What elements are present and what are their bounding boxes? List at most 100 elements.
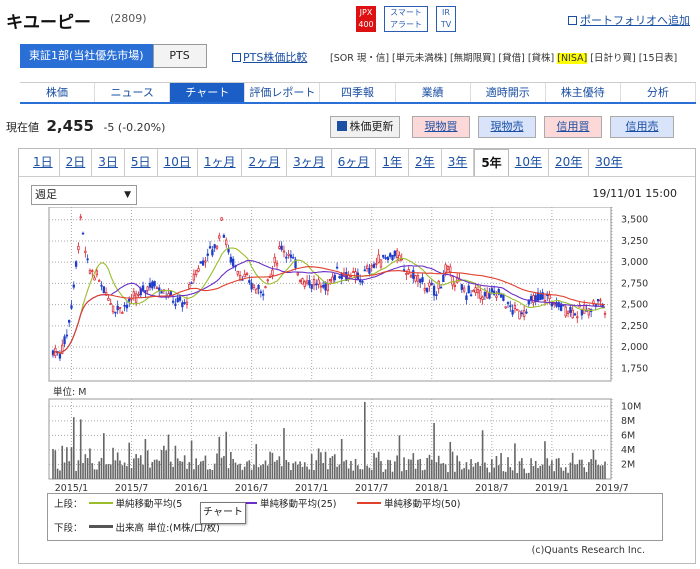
nav-tab[interactable]: 株価 — [20, 83, 96, 102]
volume-bar — [518, 461, 521, 479]
volume-bar — [283, 428, 285, 479]
period-tab[interactable]: 1日 — [27, 149, 60, 176]
sell-margin-button[interactable]: 信用売 — [610, 116, 674, 138]
candle-body — [603, 312, 607, 315]
volume-bar — [153, 459, 156, 479]
period-tab[interactable]: 5年 — [474, 149, 509, 176]
nav-tab[interactable]: 業績 — [396, 83, 471, 102]
period-tab[interactable]: 5日 — [125, 149, 158, 176]
period-tab[interactable]: 6ヶ月 — [332, 149, 377, 176]
candle-body — [298, 280, 302, 282]
candle-body — [451, 276, 454, 286]
candle-body — [393, 250, 396, 257]
volume-bar — [551, 460, 553, 479]
candle-body — [324, 282, 327, 291]
volume-bar — [66, 447, 68, 479]
volume-bar — [135, 454, 137, 479]
ir-tv-button[interactable]: IR TV — [436, 6, 456, 32]
candle-body — [171, 300, 175, 303]
candle-body — [587, 308, 590, 316]
buy-margin-button[interactable]: 信用買 — [544, 116, 602, 138]
candle-body — [444, 264, 447, 273]
interval-select[interactable]: 週足 ▼ — [31, 185, 137, 205]
candle-body — [490, 288, 493, 293]
refresh-price-button[interactable]: 株価更新 — [330, 116, 400, 138]
volume-bar — [541, 464, 544, 479]
candle-body — [146, 286, 149, 291]
sell-spot-button[interactable]: 現物売 — [478, 116, 536, 138]
volume-tick-label: 10M — [621, 401, 641, 412]
candle-body — [532, 295, 535, 303]
nav-tab[interactable]: 分析 — [621, 83, 696, 102]
pts-compare-link[interactable]: PTS株価比較 — [232, 49, 307, 65]
candle-body — [148, 282, 152, 288]
nav-tab[interactable]: チャート — [170, 83, 246, 102]
candle-body — [322, 284, 325, 288]
market-tse1-tab[interactable]: 東証1部(当社優先市場) — [20, 44, 153, 68]
period-tab[interactable]: 2年 — [409, 149, 442, 176]
period-tab[interactable]: 1ヶ月 — [198, 149, 243, 176]
candle-body — [437, 280, 440, 289]
candle-body — [301, 278, 304, 285]
period-tab[interactable]: 3日 — [92, 149, 125, 176]
period-tab[interactable]: 30年 — [589, 149, 628, 176]
volume-bar — [278, 456, 281, 479]
buy-spot-button[interactable]: 現物買 — [412, 116, 470, 138]
smart-alert-button[interactable]: スマート アラート — [384, 6, 428, 32]
volume-bar — [417, 459, 419, 479]
volume-bar — [82, 463, 84, 479]
volume-bar — [121, 465, 124, 479]
volume-bar — [324, 451, 327, 479]
chart-timestamp: 19/11/01 15:00 — [592, 187, 677, 200]
page-header: キユーピー (2809) JPX 400 スマート アラート IR TV ポート… — [0, 0, 700, 40]
period-tab[interactable]: 20年 — [549, 149, 590, 176]
candle-body — [569, 307, 572, 313]
volume-bar — [313, 469, 315, 479]
volume-bar — [502, 471, 505, 479]
ma-mid-label: 単純移動平均(25) — [260, 499, 337, 510]
volume-bar — [220, 457, 223, 479]
volume-bar — [412, 453, 415, 479]
volume-bar — [230, 451, 232, 479]
volume-bar — [204, 455, 207, 479]
jpx400-badge[interactable]: JPX 400 — [356, 6, 376, 32]
market-pts-tab[interactable]: PTS — [152, 44, 207, 68]
volume-bar — [532, 466, 535, 479]
candle-body — [118, 307, 122, 309]
nav-tab[interactable]: 株主優待 — [546, 83, 621, 102]
chart-panel: 1日 2日 3日 5日 10日 1ヶ月 2ヶ月 3ヶ月 6ヶ月 1年 2年 3年 5年 10年 20年 30年… — [18, 148, 696, 564]
volume-bar — [500, 453, 502, 479]
add-portfolio-link[interactable]: ポートフォリオへ追加 — [568, 12, 690, 28]
volume-bar — [523, 468, 525, 479]
volume-tick-label: 8M — [621, 416, 635, 427]
volume-bar — [114, 460, 117, 479]
candle-body — [158, 287, 161, 291]
candle-body — [352, 271, 355, 273]
nav-tab[interactable]: 四季報 — [320, 83, 396, 102]
volume-bar — [264, 460, 267, 479]
candle-body — [511, 309, 514, 315]
period-tab[interactable]: 2日 — [60, 149, 93, 176]
period-tab[interactable]: 3ヶ月 — [287, 149, 332, 176]
chevron-down-icon: ▼ — [124, 190, 131, 200]
volume-bar — [521, 458, 523, 479]
period-tab[interactable]: 10年 — [509, 149, 549, 176]
nav-tab[interactable]: 評価レポート — [245, 83, 321, 102]
candle-body — [368, 267, 371, 274]
candle-body — [308, 280, 311, 286]
candle-body — [132, 291, 135, 297]
period-tab[interactable]: 1年 — [376, 149, 410, 176]
price-chart[interactable]: 3,500 3,250 3,000 2,750 2,500 2,250 2,000 1,750… — [19, 207, 695, 495]
nav-tab[interactable]: ニュース — [95, 83, 171, 102]
period-tab[interactable]: 10日 — [158, 149, 198, 176]
volume-bar — [213, 463, 216, 479]
volume-bar — [262, 464, 264, 479]
period-tab[interactable]: 2ヶ月 — [242, 149, 288, 176]
nav-tab[interactable]: 適時開示 — [471, 83, 546, 102]
volume-bar — [370, 469, 373, 479]
volume-bar — [546, 458, 549, 479]
volume-bar — [336, 466, 338, 479]
volume-bar — [590, 459, 592, 479]
period-tab[interactable]: 3年 — [442, 149, 475, 176]
candle-body — [384, 257, 387, 259]
